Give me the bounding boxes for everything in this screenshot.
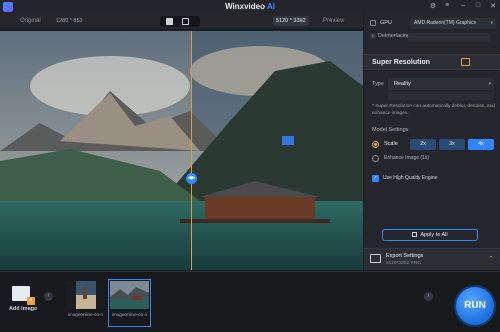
thumbnail-item[interactable]: imageonline-co-n [66,281,105,325]
section-title: Super Resolution [372,59,430,66]
thumbnail-item-selected[interactable]: imageonline-co-n [108,279,151,327]
gpu-checkbox[interactable] [370,20,376,26]
type-label: Type [372,81,384,87]
side-by-side-icon [182,18,189,25]
scroll-right-icon[interactable]: › [424,292,433,301]
apply-label: Apply to All [420,232,448,238]
thumbnail-caption: imageonline-co-n [67,312,104,317]
app-title-ai: AI [266,2,275,11]
settings-gear-icon[interactable]: ⚙ [428,2,438,10]
type-value: Reality [394,81,411,87]
export-settings[interactable]: Export Settings 5120*3392 PNG ⌃ [364,248,500,270]
minimize-icon[interactable]: – [458,2,468,9]
thumbnail-image [110,281,149,309]
run-button[interactable]: RUN [456,287,494,325]
thumbnail-caption: imageonline-co-n [111,312,148,317]
divider-drag-handle[interactable]: ◀▶ [186,173,197,184]
compare-icon[interactable] [461,58,470,66]
type-select[interactable]: Reality ▾ [388,78,494,90]
thumbnail-image [66,281,105,309]
high-quality-checkbox[interactable]: ✓ [372,175,379,182]
gpu-value: AMD Radeon(TM) Graphics [414,20,476,26]
deinterlacing-label: Deinterlacing [378,33,411,39]
gpu-row: GPU AMD Radeon(TM) Graphics ▾ [370,18,496,30]
type-sub-select[interactable] [388,92,494,100]
super-resolution-note: * Super Resolution can automatically deb… [372,104,495,116]
scale-4x-button[interactable]: 4x [468,139,494,150]
scale-radio[interactable] [372,141,379,148]
image-viewer[interactable]: ◀▶ [0,31,363,270]
scale-2x-button[interactable]: 2x [410,139,436,150]
enhance-label: Enhance Image (1x) [384,155,430,161]
export-title: Export Settings [386,253,424,259]
apply-icon [412,231,418,237]
maximize-icon[interactable]: □ [473,2,483,9]
app-title-main: Winxvideo [225,2,265,11]
scale-row: Scale 2x 3x 4x [372,139,496,151]
model-settings-label: Model Settings [372,127,409,133]
add-image-icon [12,286,35,305]
high-quality-row: ✓ Use High Quality Engine [372,174,496,184]
settings-panel: GPU AMD Radeon(TM) Graphics ▾ i Deinterla… [364,14,500,270]
info-icon: i [370,33,376,39]
landscape-image [0,31,363,270]
export-icon [370,254,381,263]
type-row: Type Reality ▾ [372,78,494,90]
preview-label[interactable]: Preview [323,18,344,24]
help-icon[interactable]: ≡ [442,2,452,9]
super-resolution-header: Super Resolution [364,54,500,70]
high-quality-label: Use High Quality Engine [383,175,438,181]
enhance-radio[interactable] [372,155,379,162]
chevron-down-icon: ▾ [488,81,491,87]
export-value: 5120*3392 PNG [386,261,421,266]
split-view-toggle[interactable] [160,16,200,27]
add-image-button[interactable]: Add Image [6,286,38,326]
output-resolution: 5120 * 3392 [273,16,309,26]
app-window: Winxvideo AI ⚙ ≡ – □ ✕ Original 1280 * 8… [0,0,500,332]
app-logo-icon [3,2,13,12]
chevron-down-icon: ▾ [490,20,493,26]
scale-3x-button[interactable]: 3x [439,139,465,150]
gpu-label: GPU [380,20,392,26]
filmstrip-bar: Add Image ‹ imageonline-co-n [0,271,500,332]
deinterlacing-row: i Deinterlacing [370,33,410,39]
scroll-left-icon[interactable]: ‹ [44,292,53,301]
close-icon[interactable]: ✕ [488,2,498,10]
app-title: Winxvideo AI [200,2,300,11]
scale-label: Scale [384,141,398,147]
compare-bar: Original 1280 * 853 5120 * 3392 Preview [0,14,363,30]
add-image-label: Add Image [8,306,38,312]
title-bar: Winxvideo AI ⚙ ≡ – □ ✕ [0,0,500,14]
enhance-row: Enhance Image (1x) [372,154,496,164]
original-label: Original [20,18,41,24]
deinterlacing-select[interactable] [408,33,490,42]
original-resolution: 1280 * 853 [56,18,83,24]
gpu-select[interactable]: AMD Radeon(TM) Graphics ▾ [410,18,496,29]
apply-to-all-button[interactable]: Apply to All [382,229,478,241]
chevron-up-icon[interactable]: ⌃ [488,255,494,263]
compare-divider[interactable] [191,31,192,270]
split-view-icon [166,18,173,25]
